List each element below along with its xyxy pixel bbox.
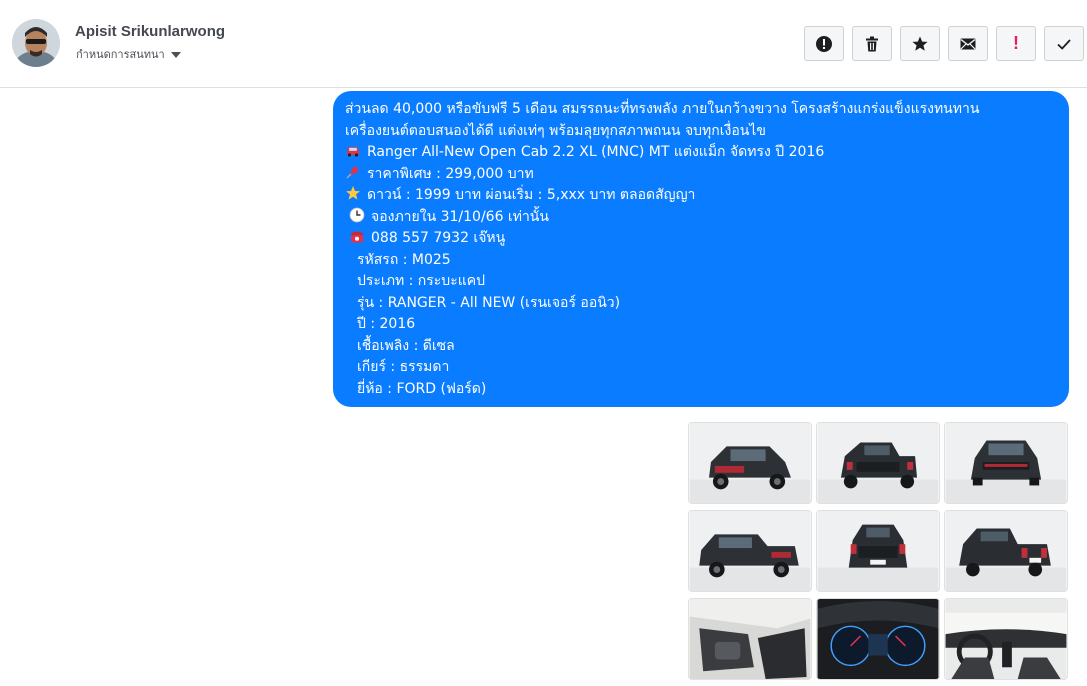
message-line: เครื่องยนต์ตอบสนองได้ดี แต่งเท่ๆ พร้อมลุ…	[345, 121, 1057, 143]
message-line: ปี : 2016	[345, 314, 1057, 336]
mark-unread-button[interactable]	[948, 26, 988, 61]
photo-thumbnail[interactable]	[944, 422, 1068, 504]
star-icon	[912, 36, 928, 51]
message-text: รหัสรถ : M025	[357, 251, 451, 268]
photo-thumbnail[interactable]	[944, 510, 1068, 592]
message-text: 088 557 7932 เจ๊หนู	[371, 230, 506, 246]
photo-thumbnail[interactable]	[688, 422, 812, 504]
mail-icon	[960, 38, 976, 49]
message-text: ยี่ห้อ : FORD (ฟอร์ด)	[357, 380, 487, 397]
photo-thumbnail[interactable]	[816, 422, 940, 504]
pushpin-icon	[346, 165, 359, 179]
message-line: ดาวน์ : 1999 บาท ผ่อนเริ่ม : 5,xxx บาท ต…	[345, 185, 1057, 207]
mark-done-button[interactable]	[1044, 26, 1084, 61]
message-line: เชื้อเพลิง : ดีเซล	[345, 336, 1057, 358]
message-text: ประเภท : กระบะแคป	[357, 273, 485, 289]
photo-thumbnail[interactable]	[688, 510, 812, 592]
photo-thumbnail[interactable]	[944, 598, 1068, 680]
message-text: เกียร์ : ธรรมดา	[357, 359, 450, 375]
message-line: Ranger All-New Open Cab 2.2 XL (MNC) MT …	[345, 142, 1057, 164]
message-text: ราคาพิเศษ : 299,000 บาท	[367, 165, 534, 182]
message-text: ปี : 2016	[357, 316, 416, 332]
message-line: ประเภท : กระบะแคป	[345, 271, 1057, 293]
manage-conversation-label: กำหนดการสนทนา	[76, 49, 165, 61]
car-icon	[347, 147, 359, 157]
exclamation-icon: !	[1013, 33, 1019, 53]
message-text: Ranger All-New Open Cab 2.2 XL (MNC) MT …	[367, 144, 825, 160]
message-line: จองภายใน 31/10/66 เท่านั้น	[345, 207, 1057, 229]
message-text: เครื่องยนต์ตอบสนองได้ดี แต่งเท่ๆ พร้อมลุ…	[345, 122, 766, 139]
mark-spam-button[interactable]	[804, 26, 844, 61]
telephone-icon	[350, 231, 364, 243]
photo-thumbnail[interactable]	[688, 598, 812, 680]
message-text: ดาวน์ : 1999 บาท ผ่อนเริ่ม : 5,xxx บาท ต…	[367, 187, 696, 203]
manage-conversation-dropdown[interactable]: กำหนดการสนทนา	[76, 45, 181, 63]
message-line: 088 557 7932 เจ๊หนู	[345, 228, 1057, 250]
star-icon	[346, 186, 360, 200]
photo-gallery	[688, 422, 1068, 680]
message-line: เกียร์ : ธรรมดา	[345, 357, 1057, 379]
contact-name[interactable]: Apisit Srikunlarwong	[75, 23, 225, 40]
avatar[interactable]	[12, 19, 60, 67]
message-text: เชื้อเพลิง : ดีเซล	[357, 337, 455, 354]
message-line: ส่วนลด 40,000 หรือขับฟรี 5 เดือน สมรรถนะ…	[345, 99, 1057, 121]
photo-thumbnail[interactable]	[816, 598, 940, 680]
star-button[interactable]	[900, 26, 940, 61]
message-text: ส่วนลด 40,000 หรือขับฟรี 5 เดือน สมรรถนะ…	[345, 101, 980, 117]
alert-circle-icon	[816, 35, 832, 52]
message-text: รุ่น : RANGER - All NEW (เรนเจอร์ ออนิว)	[357, 294, 621, 311]
chevron-down-icon	[170, 52, 181, 58]
check-icon	[1057, 38, 1071, 50]
message-line: รหัสรถ : M025	[345, 250, 1057, 272]
conversation-toolbar: !	[804, 26, 1084, 61]
delete-button[interactable]	[852, 26, 892, 61]
message-bubble[interactable]: ส่วนลด 40,000 หรือขับฟรี 5 เดือน สมรรถนะ…	[333, 91, 1069, 407]
photo-thumbnail[interactable]	[816, 510, 940, 592]
follow-up-button[interactable]: !	[996, 26, 1036, 61]
clock-icon	[349, 207, 365, 222]
message-text: จองภายใน 31/10/66 เท่านั้น	[371, 208, 549, 225]
conversation-header: Apisit Srikunlarwong กำหนดการสนทนา !	[0, 0, 1087, 88]
message-line: ราคาพิเศษ : 299,000 บาท	[345, 164, 1057, 186]
message-line: ยี่ห้อ : FORD (ฟอร์ด)	[345, 379, 1057, 401]
trash-icon	[866, 36, 878, 51]
message-line: รุ่น : RANGER - All NEW (เรนเจอร์ ออนิว)	[345, 293, 1057, 315]
